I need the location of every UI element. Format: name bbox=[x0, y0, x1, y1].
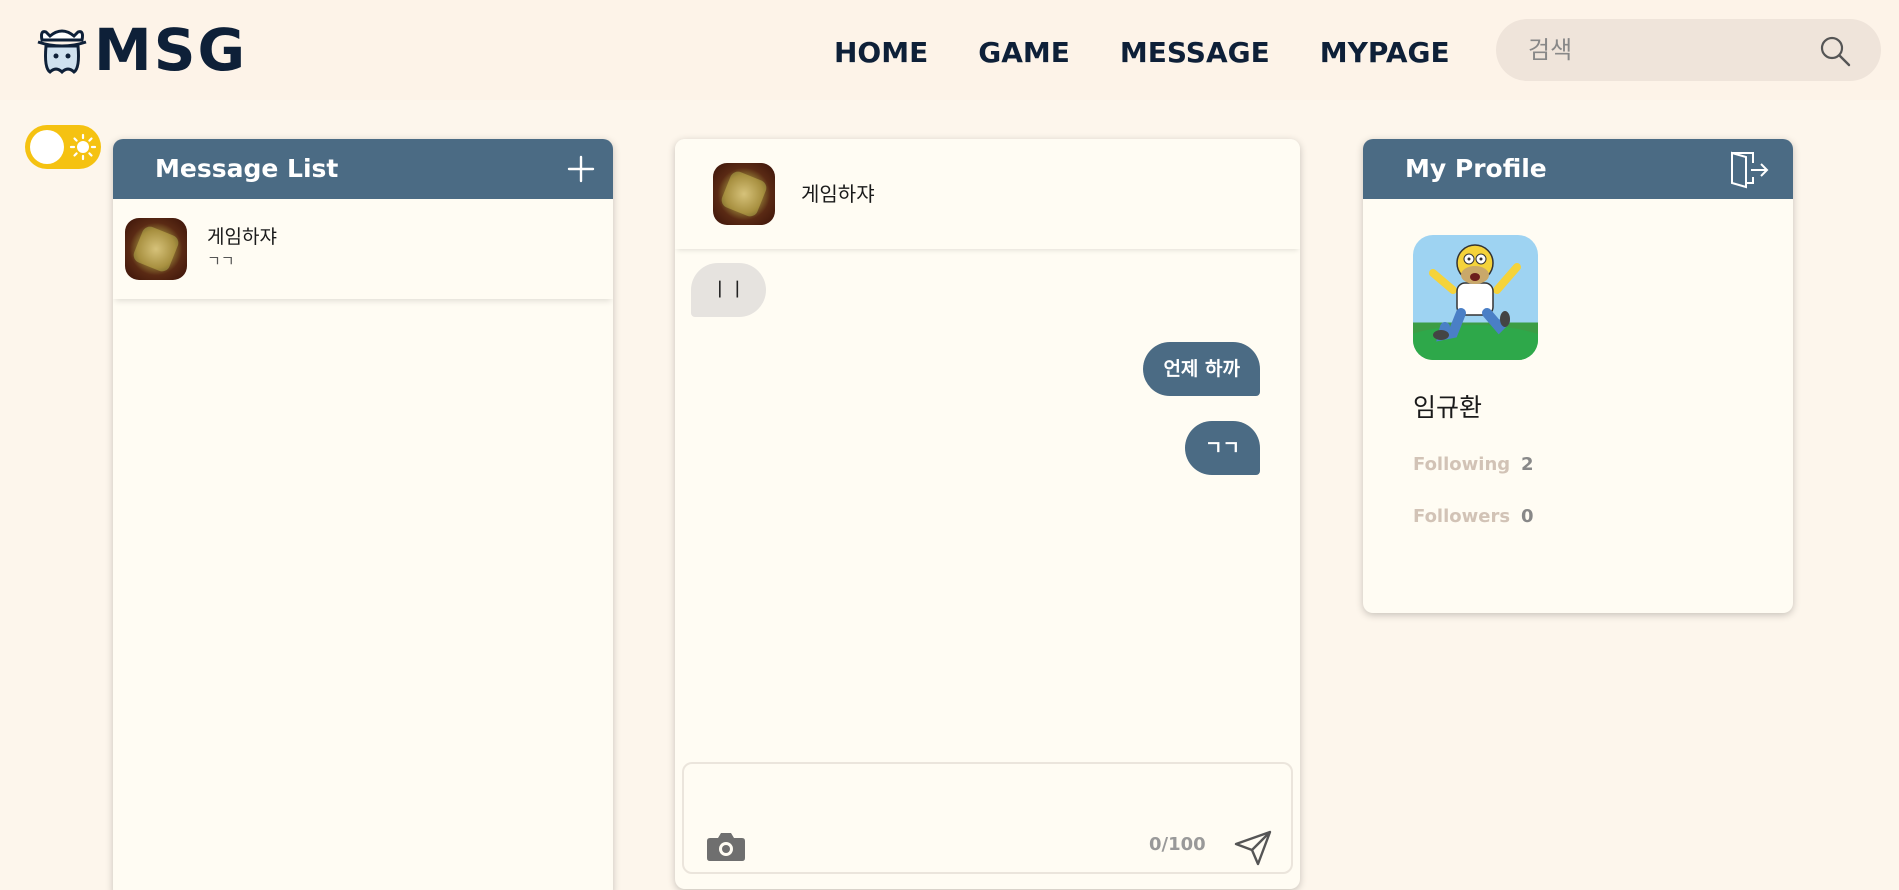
chat-panel: 게임하쟈 ㅣㅣ 언제 하까 ㄱㄱ 0/100 bbox=[675, 139, 1300, 889]
message-bubble-outgoing: 언제 하까 bbox=[1143, 342, 1260, 396]
search-input[interactable] bbox=[1528, 33, 1808, 67]
following-count: 2 bbox=[1521, 454, 1534, 475]
following-label[interactable]: Following bbox=[1413, 454, 1510, 476]
profile-name: 임규환 bbox=[1413, 393, 1483, 422]
main-nav: HOME GAME MESSAGE MYPAGE bbox=[834, 36, 1500, 70]
nav-mypage[interactable]: MYPAGE bbox=[1320, 36, 1450, 70]
profile-panel: My Profile 임규환 Following 2 Followers 0 bbox=[1363, 139, 1793, 613]
message-bubble-incoming: ㅣㅣ bbox=[691, 263, 766, 317]
sun-icon bbox=[69, 133, 97, 161]
nav-home[interactable]: HOME bbox=[834, 36, 928, 70]
conversation-name: 게임하쟈 bbox=[207, 226, 277, 248]
avatar bbox=[713, 163, 775, 225]
nav-message[interactable]: MESSAGE bbox=[1120, 36, 1270, 70]
header: MSG HOME GAME MESSAGE MYPAGE bbox=[0, 0, 1899, 100]
chat-partner-name: 게임하쟈 bbox=[801, 182, 875, 206]
search-icon[interactable] bbox=[1819, 35, 1851, 67]
cowboy-hat-ghost-icon bbox=[37, 29, 87, 75]
profile-header: My Profile bbox=[1363, 139, 1793, 199]
cartoon-character-icon bbox=[1413, 244, 1538, 360]
logo-text: MSG bbox=[94, 16, 248, 84]
toggle-knob bbox=[30, 130, 64, 164]
search-box bbox=[1496, 19, 1881, 81]
followers-label[interactable]: Followers bbox=[1413, 506, 1510, 528]
avatar bbox=[125, 218, 187, 280]
nav-game[interactable]: GAME bbox=[978, 36, 1070, 70]
logo[interactable]: MSG bbox=[36, 20, 247, 80]
logout-icon[interactable] bbox=[1729, 151, 1769, 189]
theme-toggle[interactable] bbox=[25, 125, 101, 169]
message-input[interactable] bbox=[698, 774, 1278, 824]
message-list-panel: Message List 게임하쟈 ㄱㄱ bbox=[113, 139, 613, 890]
message-list-title: Message List bbox=[155, 154, 339, 183]
message-composer: 0/100 bbox=[682, 762, 1293, 874]
plus-icon[interactable] bbox=[567, 155, 595, 183]
list-item[interactable]: 게임하쟈 ㄱㄱ bbox=[113, 199, 613, 299]
send-icon[interactable] bbox=[1234, 830, 1272, 866]
profile-avatar bbox=[1413, 235, 1538, 360]
character-count: 0/100 bbox=[1149, 834, 1206, 855]
profile-title: My Profile bbox=[1405, 154, 1547, 183]
chat-header: 게임하쟈 bbox=[675, 139, 1300, 249]
conversation-preview: ㄱㄱ bbox=[207, 252, 235, 270]
followers-count: 0 bbox=[1521, 506, 1534, 527]
message-list-header: Message List bbox=[113, 139, 613, 199]
message-bubble-outgoing: ㄱㄱ bbox=[1185, 421, 1260, 475]
camera-icon[interactable] bbox=[706, 830, 746, 862]
